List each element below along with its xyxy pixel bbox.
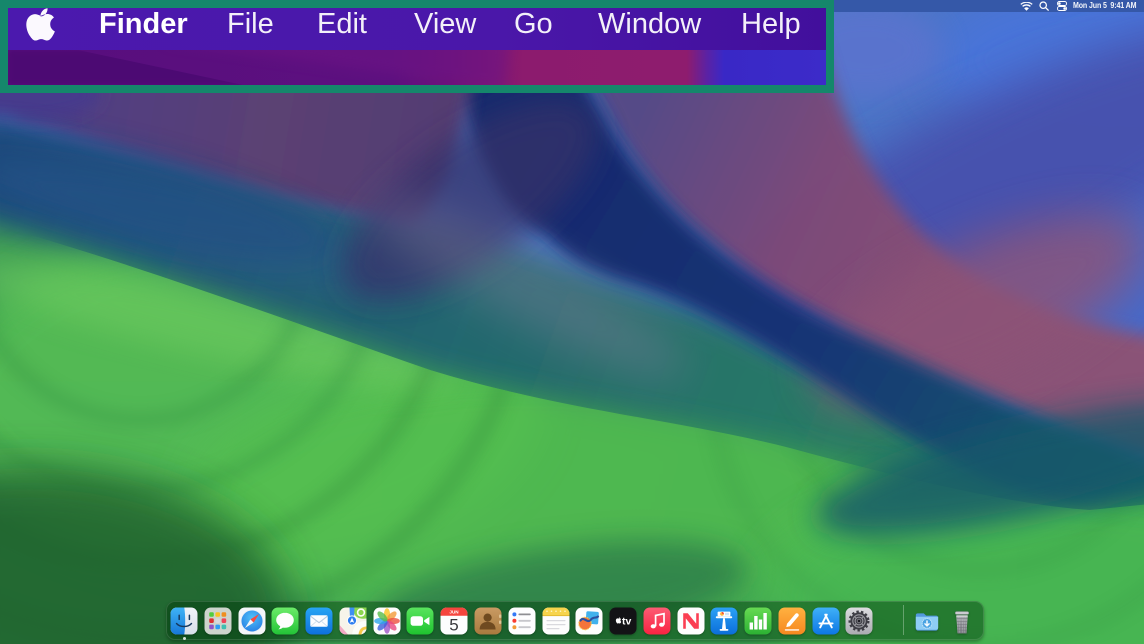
svg-text:5: 5	[449, 615, 458, 634]
svg-text:JUN: JUN	[450, 609, 460, 614]
svg-text:tv: tv	[622, 615, 631, 627]
